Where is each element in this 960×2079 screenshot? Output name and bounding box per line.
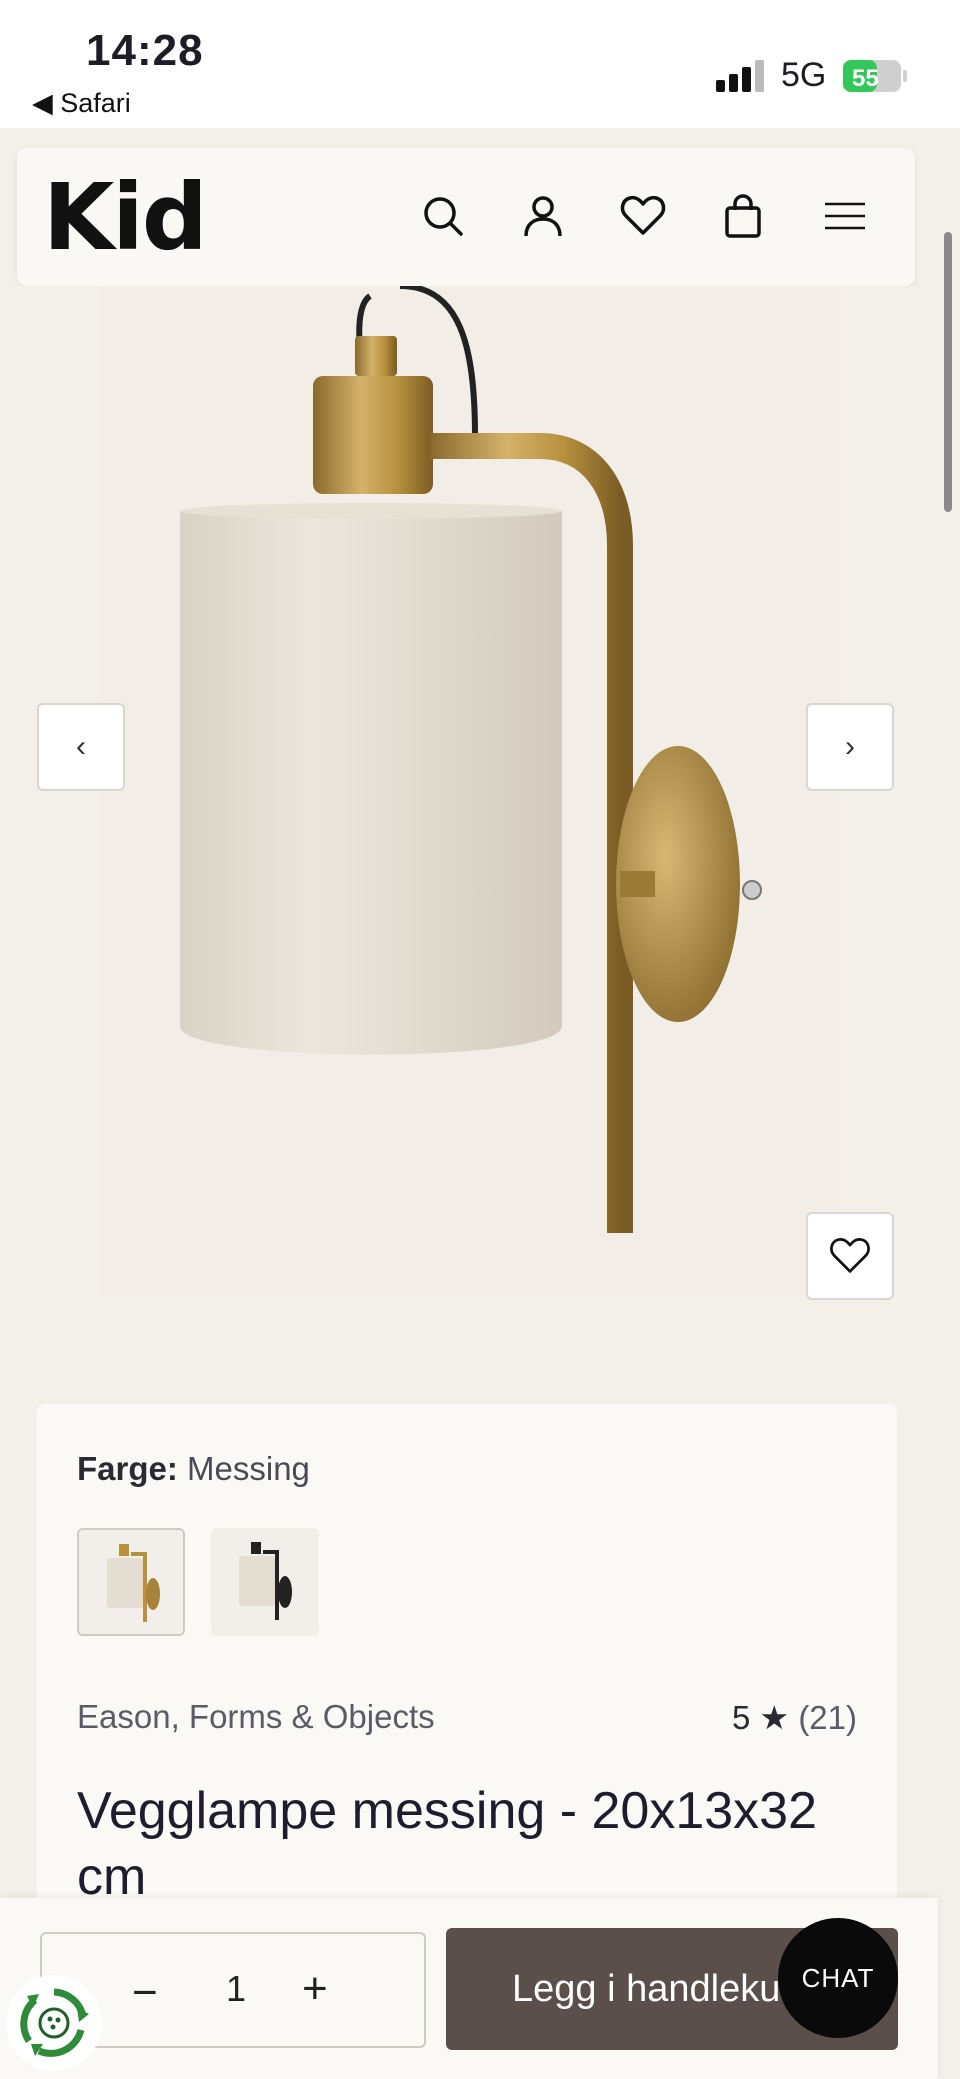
color-label: Farge: (77, 1450, 178, 1487)
chevron-left-icon: ‹ (76, 730, 86, 763)
wishlist-icon[interactable] (617, 190, 669, 242)
search-icon[interactable] (417, 190, 469, 242)
battery-icon: 55 (843, 60, 907, 92)
battery-level: 55 (852, 65, 879, 92)
bag-icon[interactable] (717, 190, 769, 242)
rating-value: 5 ★ (732, 1699, 790, 1736)
color-value: Messing (187, 1450, 310, 1487)
decrease-quantity-button[interactable]: − (132, 1968, 158, 2018)
network-type: 5G (781, 56, 827, 94)
back-to-safari[interactable]: ◀ Safari (32, 88, 131, 119)
product-title: Vegglampe messing - 20x13x32 cm (77, 1782, 818, 1906)
chat-button[interactable]: CHAT (778, 1918, 898, 2038)
quantity-value[interactable]: 1 (226, 1968, 246, 2010)
color-swatch-brass[interactable] (77, 1528, 185, 1636)
increase-quantity-button[interactable]: + (302, 1964, 328, 2014)
product-info-card: Farge: Messing Eason, Forms & Objects 5 … (37, 1404, 897, 1964)
product-gallery: ‹ › (0, 283, 938, 1346)
color-swatch-black[interactable] (211, 1528, 319, 1636)
site-logo[interactable]: Kid (43, 164, 208, 271)
chevron-right-icon: › (845, 730, 855, 763)
chat-label: CHAT (801, 1962, 875, 1993)
add-to-cart-label: Legg i handlekurv (512, 1967, 812, 2010)
gallery-prev-button[interactable]: ‹ (37, 703, 125, 791)
page-scrollbar[interactable] (944, 232, 952, 512)
menu-icon[interactable] (819, 190, 871, 242)
account-icon[interactable] (517, 190, 569, 242)
gallery-next-button[interactable]: › (806, 703, 894, 791)
status-time: 14:28 (86, 26, 204, 75)
rating-count: (21) (798, 1699, 857, 1736)
heart-icon (830, 1238, 870, 1273)
product-brand[interactable]: Eason, Forms & Objects (77, 1698, 435, 1736)
product-image (100, 283, 840, 1296)
status-bar: 14:28 ◀ Safari 5G 55 (0, 0, 960, 128)
signal-icon (716, 60, 764, 92)
color-selector-label: Farge: Messing (77, 1450, 310, 1488)
recycle-badge-icon[interactable] (6, 1975, 102, 2071)
product-rating[interactable]: 5 ★ (21) (732, 1698, 857, 1737)
site-header: Kid (17, 148, 915, 286)
add-to-wishlist-button[interactable] (806, 1212, 894, 1300)
